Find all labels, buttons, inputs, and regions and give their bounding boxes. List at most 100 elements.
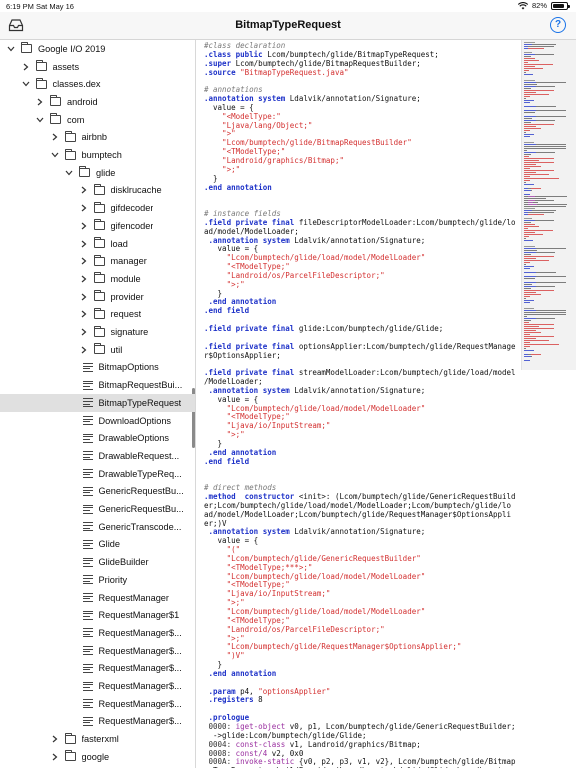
tree-file-row[interactable]: DrawableRequest... [0, 447, 195, 465]
tree-folder-row[interactable]: glide [0, 164, 195, 182]
minimap-stroke [536, 152, 555, 153]
minimap-stroke [524, 98, 526, 99]
help-icon[interactable]: ? [550, 17, 566, 33]
code-token: "Lcom/bumptech/glide/load/model/ModelLoa… [204, 403, 426, 413]
tree-folder-row[interactable]: load [0, 235, 195, 253]
minimap-stroke [524, 152, 536, 153]
chevron-down-icon[interactable] [64, 168, 74, 178]
minimap-stroke [524, 194, 530, 195]
tree-item-label: gifdecoder [110, 203, 154, 214]
tree-file-row[interactable]: RequestManager$... [0, 624, 195, 642]
code-token: "Landroid/os/ParcelFileDescriptor;" [204, 624, 385, 634]
page-title: BitmapTypeRequest [235, 19, 341, 31]
tree-folder-row[interactable]: gifencoder [0, 217, 195, 235]
file-list-icon [82, 486, 93, 496]
minimap-stroke [524, 42, 535, 43]
tree-item-label: RequestManager$1 [98, 610, 180, 621]
chevron-right-icon[interactable] [35, 97, 45, 107]
tree-folder-row[interactable]: bumptech [0, 146, 195, 164]
tree-folder-row[interactable]: google [0, 748, 195, 766]
minimap-stroke [524, 150, 527, 151]
code-viewer[interactable]: #class declaration .class public Lcom/bum… [198, 42, 520, 768]
file-tree-sidebar[interactable]: Google I/O 2019 assets classes.dex android c… [0, 40, 196, 768]
folder-icon [93, 219, 105, 231]
tree-folder-row[interactable]: request [0, 306, 195, 324]
tree-folder-row[interactable]: Google I/O 2019 [0, 40, 195, 58]
tree-item-label: classes.dex [52, 79, 101, 90]
minimap-stroke [524, 302, 530, 303]
chevron-right-icon[interactable] [79, 185, 89, 195]
chevron-down-icon[interactable] [50, 150, 60, 160]
chevron-right-icon[interactable] [50, 132, 60, 142]
minimap-stroke [535, 220, 554, 221]
code-token: "<TModelType;" [204, 615, 290, 625]
minimap-stroke [524, 74, 533, 75]
chevron-right-icon[interactable] [79, 274, 89, 284]
minimap-stroke [524, 258, 536, 259]
tree-folder-row[interactable]: disklrucache [0, 182, 195, 200]
chevron-right-icon[interactable] [79, 221, 89, 231]
minimap-stroke [524, 172, 536, 173]
tree-item-label: fasterxml [81, 734, 119, 745]
tree-folder-row[interactable]: module [0, 270, 195, 288]
tree-file-row[interactable]: RequestManager$... [0, 677, 195, 695]
chevron-right-icon[interactable] [79, 309, 89, 319]
tree-file-row[interactable]: BitmapOptions [0, 359, 195, 377]
code-minimap[interactable] [521, 40, 576, 370]
tree-file-row[interactable]: RequestManager$1 [0, 606, 195, 624]
tree-file-row[interactable]: DrawableTypeReq... [0, 465, 195, 483]
code-token: ")V" [204, 651, 245, 661]
tree-file-row[interactable]: RequestManager$... [0, 695, 195, 713]
tree-file-row[interactable]: GlideBuilder [0, 553, 195, 571]
code-token: .param [204, 686, 236, 696]
chevron-right-icon[interactable] [79, 345, 89, 355]
tree-folder-row[interactable]: util [0, 341, 195, 359]
chevron-down-icon[interactable] [21, 79, 31, 89]
chevron-right-icon[interactable] [79, 327, 89, 337]
tree-folder-row[interactable]: android [0, 93, 195, 111]
tree-folder-row[interactable]: provider [0, 288, 195, 306]
tree-file-row[interactable]: DownloadOptions [0, 412, 195, 430]
tree-file-row[interactable]: RequestManager [0, 589, 195, 607]
tree-file-row[interactable]: DrawableOptions [0, 429, 195, 447]
tree-folder-row[interactable]: signature [0, 323, 195, 341]
tree-item-label: DrawableRequest... [98, 450, 180, 461]
chevron-right-icon[interactable] [50, 752, 60, 762]
tree-folder-row[interactable]: classes.dex [0, 75, 195, 93]
folder-icon [93, 237, 105, 249]
tree-file-row[interactable]: GenericTranscode... [0, 518, 195, 536]
tree-folder-row[interactable]: gifdecoder [0, 199, 195, 217]
tree-file-row[interactable]: BitmapTypeRequest [0, 394, 195, 412]
chevron-right-icon[interactable] [50, 734, 60, 744]
tree-folder-row[interactable]: fasterxml [0, 730, 195, 748]
tree-file-row[interactable]: RequestManager$... [0, 713, 195, 731]
chevron-right-icon[interactable] [79, 292, 89, 302]
tree-folder-row[interactable]: com [0, 111, 195, 129]
minimap-stroke [524, 90, 554, 91]
chevron-right-icon[interactable] [79, 239, 89, 249]
tree-folder-row[interactable]: manager [0, 252, 195, 270]
tree-file-row[interactable]: BitmapRequestBui... [0, 376, 195, 394]
minimap-stroke [535, 196, 567, 197]
tree-file-row[interactable]: RequestManager$... [0, 642, 195, 660]
chevron-right-icon[interactable] [79, 256, 89, 266]
code-token: Ldalvik/annotation/Signature; [289, 235, 426, 245]
tree-file-row[interactable]: GenericRequestBu... [0, 483, 195, 501]
code-token: "optionsApplier" [258, 686, 331, 696]
tree-folder-row[interactable]: assets [0, 58, 195, 76]
chevron-right-icon[interactable] [21, 62, 31, 72]
folder-icon [50, 113, 61, 125]
status-right: 82% [517, 1, 570, 10]
tree-file-row[interactable]: RequestManager$... [0, 660, 195, 678]
minimap-stroke [524, 238, 526, 239]
folder-icon [93, 325, 105, 337]
tree-file-row[interactable]: Priority [0, 571, 195, 589]
code-token: ad/model/ModelLoader;Lcom/bumptech/glide… [204, 509, 512, 519]
tree-file-row[interactable]: GenericRequestBu... [0, 500, 195, 518]
chevron-down-icon[interactable] [35, 115, 45, 125]
tree-folder-row[interactable]: airbnb [0, 129, 195, 147]
tree-file-row[interactable]: Glide [0, 536, 195, 554]
folder-icon [79, 166, 90, 178]
chevron-right-icon[interactable] [79, 203, 89, 213]
chevron-down-icon[interactable] [6, 44, 16, 54]
